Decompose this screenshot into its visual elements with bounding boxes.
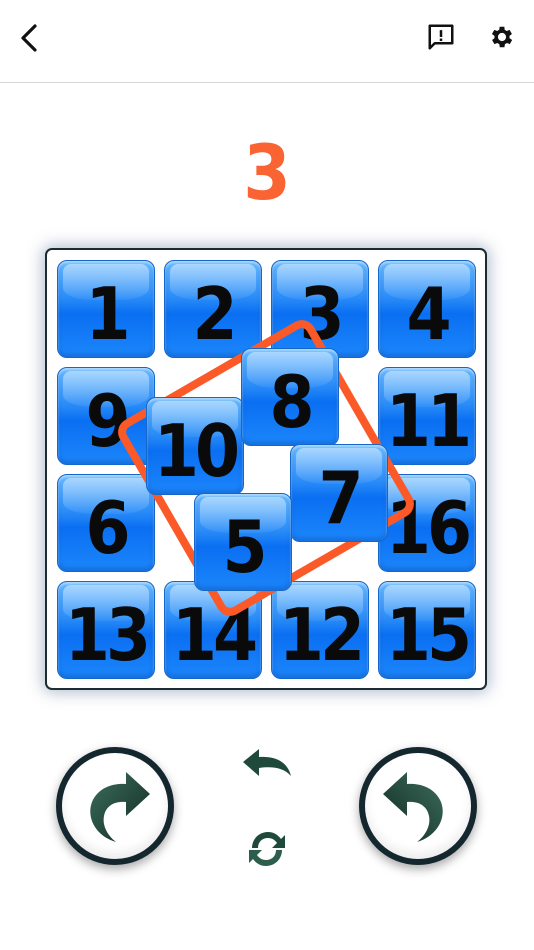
tile-number: 10 <box>153 409 240 493</box>
back-button[interactable] <box>8 16 52 60</box>
tile[interactable]: 2 <box>164 260 262 358</box>
tile[interactable]: 11 <box>378 367 476 465</box>
rotate-clockwise-icon <box>90 772 150 842</box>
chevron-left-icon <box>21 24 37 52</box>
tile-number: 6 <box>85 486 130 570</box>
tile[interactable]: 1 <box>57 260 155 358</box>
tile-number: 4 <box>406 272 451 356</box>
rotate-counterclockwise-button[interactable] <box>359 747 477 865</box>
tile-number: 11 <box>385 379 472 463</box>
settings-button[interactable] <box>478 14 526 60</box>
tile-number: 8 <box>269 360 314 444</box>
restart-button[interactable] <box>242 824 292 874</box>
tile[interactable]: 12 <box>271 581 369 679</box>
tile-number: 12 <box>278 593 365 677</box>
undo-icon <box>243 749 291 776</box>
tile[interactable]: 15 <box>378 581 476 679</box>
tile[interactable]: 13 <box>57 581 155 679</box>
tile-number: 2 <box>192 272 237 356</box>
feedback-icon <box>428 24 454 50</box>
tile-number: 7 <box>318 456 363 540</box>
tile[interactable]: 10 <box>146 397 244 495</box>
rotate-clockwise-button[interactable] <box>56 747 174 865</box>
tile-number: 5 <box>222 505 267 589</box>
tile-number: 9 <box>85 379 130 463</box>
restart-icon <box>249 832 285 866</box>
tile-number: 15 <box>385 593 472 677</box>
tile[interactable]: 7 <box>290 444 388 542</box>
rotate-counterclockwise-icon <box>383 772 443 842</box>
tile[interactable]: 4 <box>378 260 476 358</box>
gear-icon <box>491 26 513 48</box>
feedback-button[interactable] <box>418 14 464 60</box>
tile-number: 1 <box>85 272 130 356</box>
tile-number: 13 <box>64 593 151 677</box>
tile[interactable]: 5 <box>194 493 292 591</box>
top-app-bar <box>0 0 534 83</box>
move-counter: 3 <box>243 128 291 217</box>
undo-button[interactable] <box>238 744 296 784</box>
tile[interactable]: 8 <box>241 348 339 446</box>
tile[interactable]: 6 <box>57 474 155 572</box>
